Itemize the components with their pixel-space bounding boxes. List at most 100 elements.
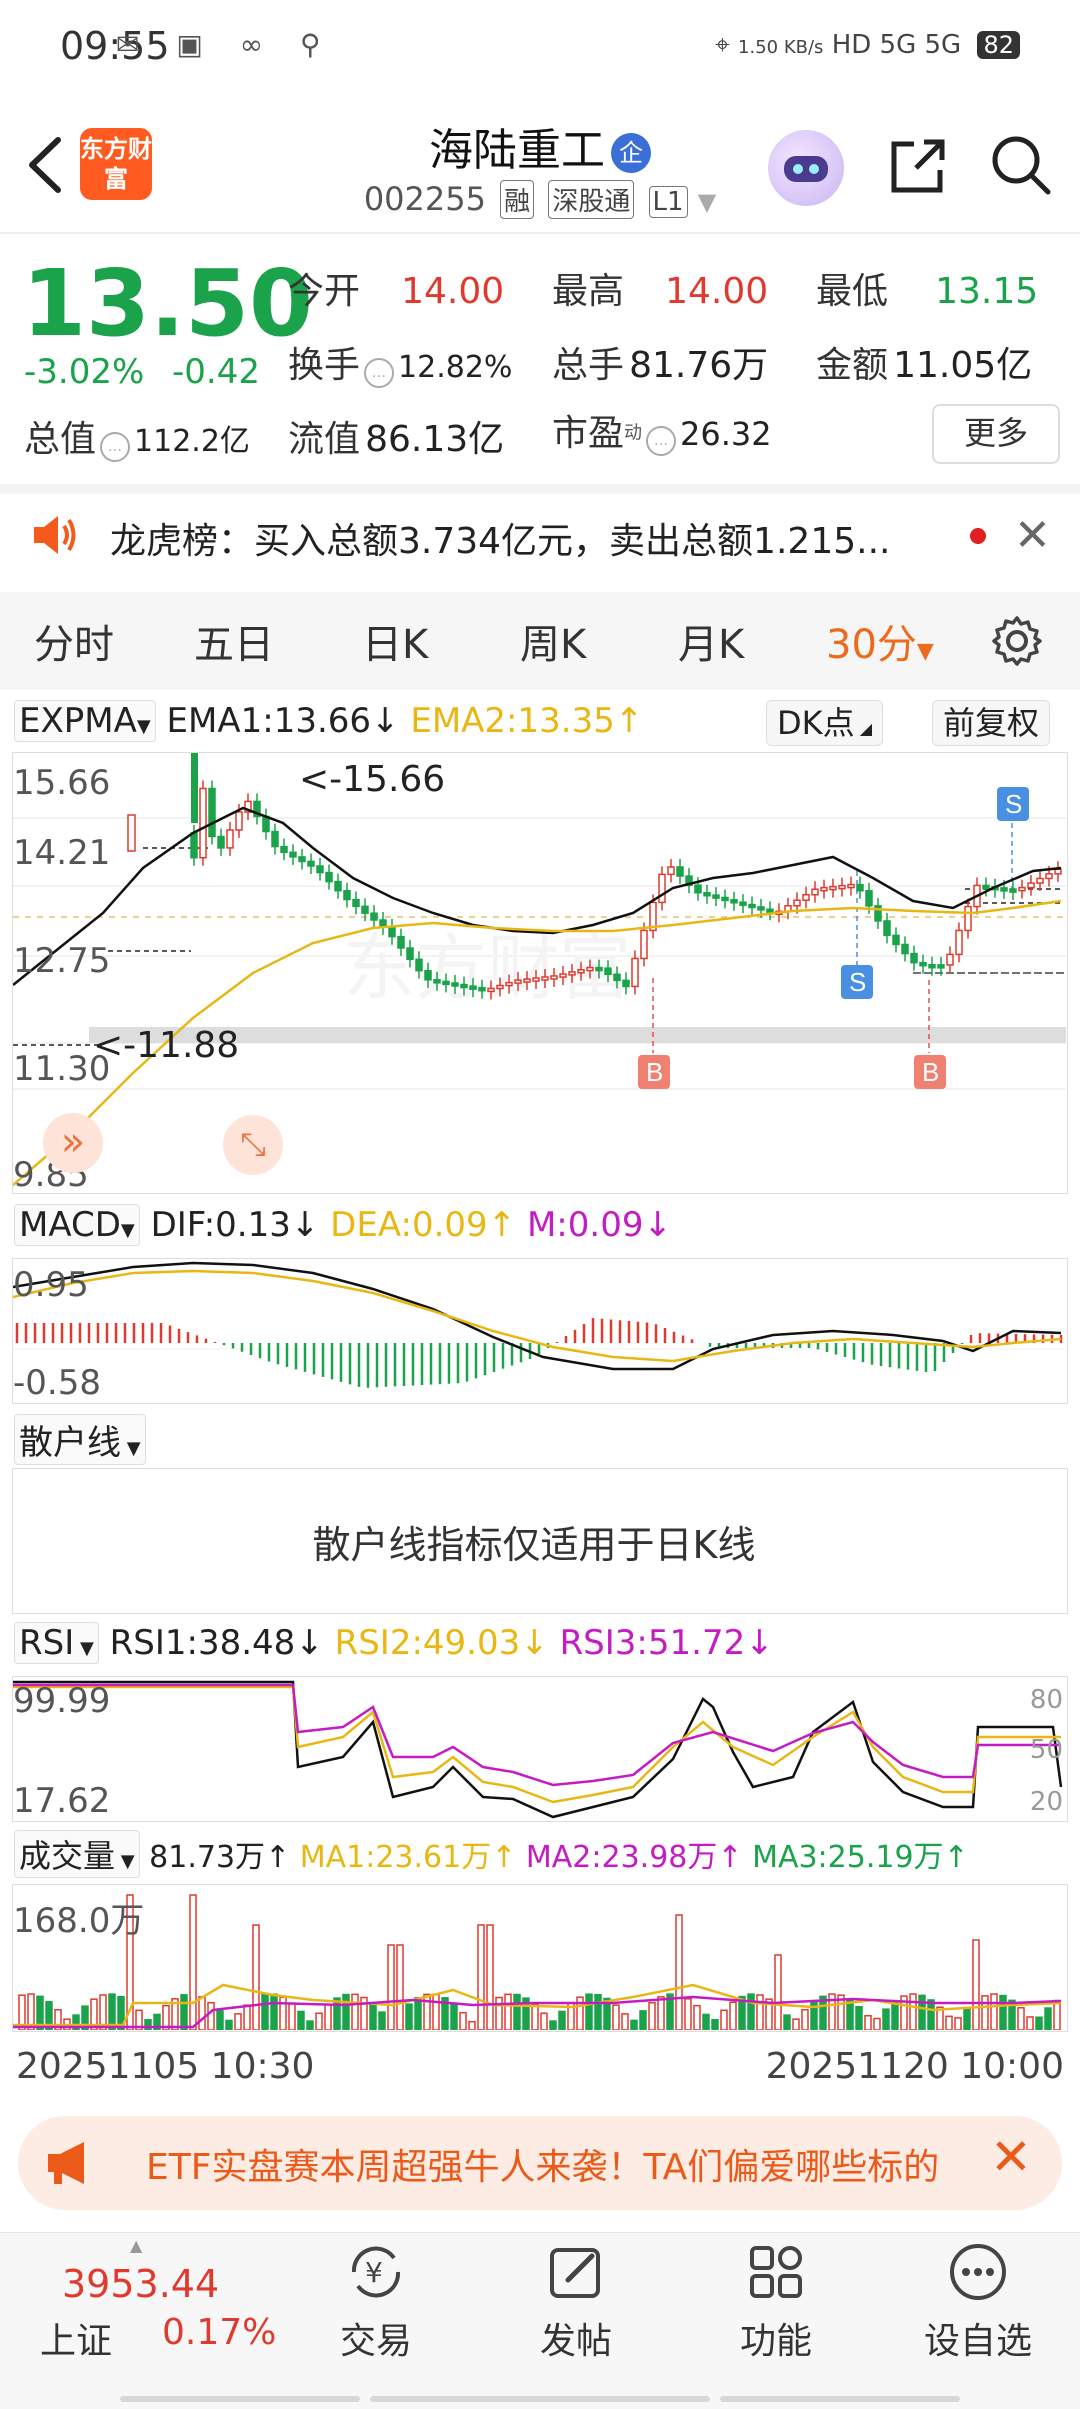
rsi-chart[interactable]: 99.99 17.62 80 50 20: [12, 1676, 1068, 1822]
notice-text[interactable]: 龙虎榜：买入总额3.734亿元，卖出总额1.215...: [110, 512, 890, 564]
retail-selector[interactable]: 散户线 ▼: [14, 1414, 146, 1465]
volume-bar: [405, 2003, 413, 2030]
candle-body: [352, 898, 360, 908]
candle-body: [811, 888, 819, 896]
tab-daily-k[interactable]: 日K: [362, 612, 428, 670]
nav-watchlist-label: 设自选: [923, 2321, 1032, 2362]
volume-bar: [477, 1924, 485, 2030]
adjust-button[interactable]: 前复权: [932, 700, 1051, 746]
volume-bar: [252, 1924, 260, 2030]
candle-body: [424, 969, 432, 981]
more-button[interactable]: 更多: [932, 404, 1060, 464]
volume-bar: [387, 1944, 395, 2030]
rsi-level-80: 80: [1029, 1685, 1063, 1715]
volume-bar: [873, 2017, 881, 2030]
volume-chart[interactable]: 168.0万: [12, 1884, 1068, 2032]
volume-bar: [324, 2003, 332, 2030]
close-icon[interactable]: ✕: [1014, 510, 1051, 561]
index-value[interactable]: 3953.44: [62, 2262, 219, 2306]
candle-body: [433, 979, 441, 984]
tab-30min[interactable]: 30分▼: [826, 612, 934, 670]
candle-body: [586, 966, 594, 972]
volume-selector[interactable]: 成交量 ▼: [14, 1830, 140, 1878]
location-icon: ⌖: [715, 30, 730, 60]
index-percent[interactable]: 0.17%: [162, 2312, 276, 2353]
candle-body: [361, 905, 369, 914]
mktcap-field[interactable]: 总值… 112.2亿: [24, 410, 250, 462]
macd-selector[interactable]: MACD▼: [14, 1204, 140, 1246]
candle-body: [613, 973, 621, 982]
speaker-icon: [34, 516, 76, 554]
volume-bar: [315, 2012, 323, 2030]
tab-weekly-k[interactable]: 周K: [520, 612, 586, 670]
candle-body: [1027, 882, 1035, 889]
volume-bar: [702, 2013, 710, 2030]
tab-intraday[interactable]: 分时: [34, 612, 114, 670]
index-name[interactable]: 上证: [40, 2312, 112, 2364]
double-chevron-icon[interactable]: »: [43, 1113, 103, 1173]
dropdown-icon: ◢: [854, 719, 873, 738]
volume-value: 81.76万: [629, 345, 769, 386]
candle-body: [280, 845, 288, 854]
assistant-avatar-icon[interactable]: [768, 130, 844, 206]
max-annotation: <-15.66: [299, 759, 446, 800]
rsi-indicator-row: RSI ▼ RSI1:38.48↓ RSI2:49.03↓ RSI3:51.72…: [14, 1622, 774, 1670]
date-end: 20251120 10:00: [765, 2046, 1064, 2087]
macd-svg: [13, 1261, 1066, 1388]
rsi2-value: RSI2:49.03↓: [334, 1623, 549, 1663]
volume-bar: [531, 2003, 539, 2030]
nav-post[interactable]: 发帖: [506, 2240, 646, 2364]
tab-five-day[interactable]: 五日: [194, 612, 274, 670]
candle-body: [919, 961, 927, 967]
candle-body: [523, 978, 531, 983]
candle-body: [442, 980, 450, 986]
candle-body: [694, 884, 702, 894]
rsi-selector[interactable]: RSI ▼: [14, 1622, 99, 1664]
volume-bar: [288, 2002, 296, 2030]
share-icon[interactable]: [886, 134, 950, 198]
retail-message: 散户线指标仅适用于日K线: [312, 1523, 756, 1567]
volume-bar: [945, 2015, 953, 2030]
grid-icon: [750, 2246, 802, 2298]
status-bar: 09:55 ✉ ▣ ∞ ⚲ ⌖ 1.50 KB/s HD 5G 5G 82: [0, 0, 1080, 100]
nav-functions[interactable]: 功能: [706, 2240, 846, 2364]
volume-bar: [621, 2013, 629, 2030]
search-icon[interactable]: [988, 132, 1054, 198]
rsi-svg: [13, 1680, 1063, 1819]
kline-indicator-row: EXPMA▼ EMA1:13.66↓ EMA2:13.35↑: [14, 700, 643, 748]
expma-selector[interactable]: EXPMA▼: [14, 700, 156, 742]
kline-chart[interactable]: 东方财富 B B S S 15.66 14.21 12.75 11.30 9.8…: [12, 752, 1068, 1195]
pe-field[interactable]: 市盈动… 26.32: [552, 404, 772, 456]
change-amount: -0.42: [172, 352, 260, 392]
candle-body: [316, 865, 324, 874]
candle-body: [964, 905, 972, 932]
tab-monthly-k[interactable]: 月K: [678, 612, 744, 670]
candle-body: [217, 835, 225, 849]
macd-chart[interactable]: 0.95 -0.58: [12, 1258, 1068, 1404]
battery-icon: 82: [977, 31, 1020, 59]
volume-bar: [306, 2020, 314, 2030]
info-icon: …: [646, 425, 677, 456]
volume-indicator-row: 成交量 ▼ 81.73万↑ MA1:23.61万↑ MA2:23.98万↑ MA…: [14, 1830, 969, 1878]
edit-icon: [550, 2248, 600, 2298]
volume-bar: [378, 2011, 386, 2030]
nav-add-watchlist[interactable]: 设自选: [908, 2240, 1048, 2364]
volume-bar: [1053, 1999, 1061, 2030]
volume-bar: [144, 2019, 152, 2030]
candle-body: [559, 973, 567, 978]
gear-icon[interactable]: [990, 614, 1044, 668]
tag-connect: 深股通: [548, 180, 635, 219]
turnover-field[interactable]: 换手… 12.82%: [288, 336, 512, 388]
nav-trade[interactable]: ¥ 交易: [306, 2240, 446, 2364]
volume-bar: [630, 2019, 638, 2030]
banner-text[interactable]: ETF实盘赛本周超强牛人来袭！TA们偏爱哪些标的: [146, 2138, 956, 2190]
dk-point-button[interactable]: DK点 ◢: [766, 700, 884, 746]
svg-text:S: S: [849, 967, 866, 997]
amount-value: 11.05亿: [893, 345, 1033, 386]
expand-icon[interactable]: ⤡: [223, 1115, 283, 1175]
candle-body: [532, 977, 540, 982]
candle-body: [640, 929, 648, 960]
candle-body: [298, 856, 306, 863]
open-label: 今开: [288, 271, 361, 312]
close-icon[interactable]: ✕: [990, 2128, 1032, 2186]
